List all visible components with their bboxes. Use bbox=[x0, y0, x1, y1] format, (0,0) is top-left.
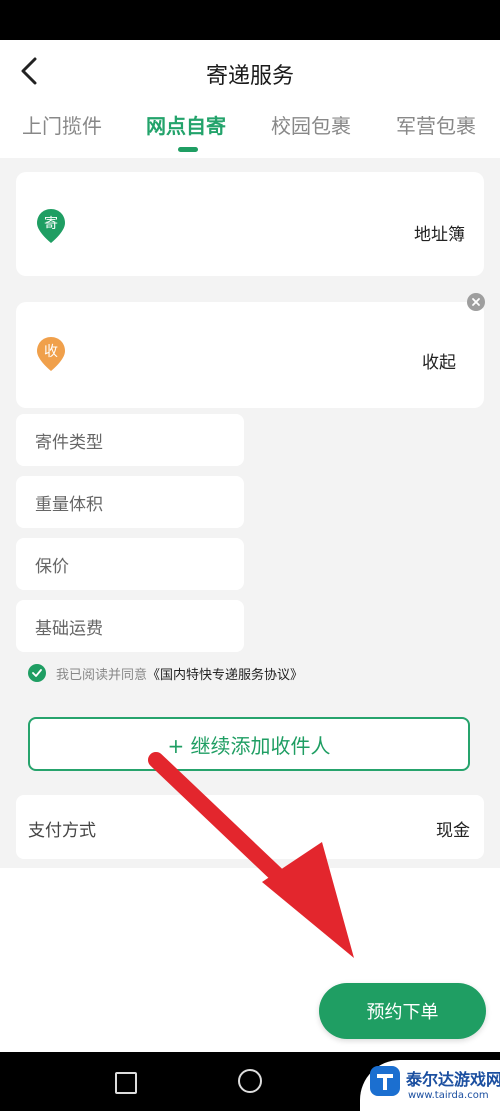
tab-campus[interactable]: 校园包裹 bbox=[271, 110, 351, 139]
watermark: 泰尔达游戏网 www.tairda.com bbox=[360, 1060, 500, 1111]
place-order-label: 预约下单 bbox=[366, 1002, 439, 1023]
payment-method-row[interactable]: 支付方式 现金 bbox=[16, 795, 484, 859]
agreement-row: 我已阅读并同意 《国内特快专递服务协议》 bbox=[28, 662, 303, 684]
field-label: 保价 bbox=[35, 557, 69, 577]
tab-military[interactable]: 军营包裹 bbox=[396, 110, 476, 139]
agreement-checkbox[interactable] bbox=[28, 664, 46, 682]
active-tab-indicator bbox=[178, 147, 198, 152]
recent-apps-icon[interactable] bbox=[115, 1072, 137, 1094]
payment-label: 支付方式 bbox=[28, 821, 96, 841]
sender-pin-icon: 寄 bbox=[37, 209, 65, 243]
close-icon[interactable] bbox=[467, 293, 485, 311]
agreement-text: 我已阅读并同意 bbox=[56, 667, 148, 683]
page-title: 寄递服务 bbox=[205, 64, 294, 89]
check-icon bbox=[32, 669, 42, 677]
field-insurance[interactable]: 保价 bbox=[16, 538, 244, 590]
sender-card[interactable]: 寄 地址簿 bbox=[16, 172, 484, 276]
header: 寄递服务 上门揽件 网点自寄 校园包裹 军营包裹 bbox=[0, 40, 500, 158]
watermark-title: 泰尔达游戏网 bbox=[406, 1070, 500, 1089]
collapse-button[interactable]: 收起 bbox=[422, 348, 456, 373]
tab-bar: 上门揽件 网点自寄 校园包裹 军营包裹 bbox=[0, 110, 500, 150]
tab-pickup[interactable]: 上门揽件 bbox=[22, 110, 102, 139]
field-label: 寄件类型 bbox=[35, 433, 103, 453]
receiver-pin-icon: 收 bbox=[37, 337, 65, 371]
field-shipment-type[interactable]: 寄件类型 bbox=[16, 414, 244, 466]
receiver-card[interactable]: 收 收起 bbox=[16, 302, 484, 408]
status-bar bbox=[0, 0, 500, 40]
watermark-logo-icon bbox=[370, 1066, 400, 1096]
field-base-fee: 基础运费 bbox=[16, 600, 244, 652]
tab-self-send[interactable]: 网点自寄 bbox=[146, 110, 226, 139]
agreement-link[interactable]: 《国内特快专递服务协议》 bbox=[147, 664, 303, 683]
add-receiver-button[interactable]: + 继续添加收件人 bbox=[28, 717, 470, 771]
field-weight-volume[interactable]: 重量体积 bbox=[16, 476, 244, 528]
address-book-button[interactable]: 地址簿 bbox=[414, 220, 465, 245]
payment-value: 现金 bbox=[436, 821, 470, 841]
add-receiver-label: + 继续添加收件人 bbox=[167, 733, 331, 758]
receiver-badge: 收 bbox=[44, 344, 58, 360]
home-icon[interactable] bbox=[238, 1069, 262, 1093]
watermark-url: www.tairda.com bbox=[408, 1090, 489, 1101]
sender-badge: 寄 bbox=[44, 215, 58, 232]
field-label: 重量体积 bbox=[35, 495, 103, 515]
place-order-button[interactable]: 预约下单 bbox=[319, 983, 486, 1039]
field-label: 基础运费 bbox=[35, 619, 103, 639]
